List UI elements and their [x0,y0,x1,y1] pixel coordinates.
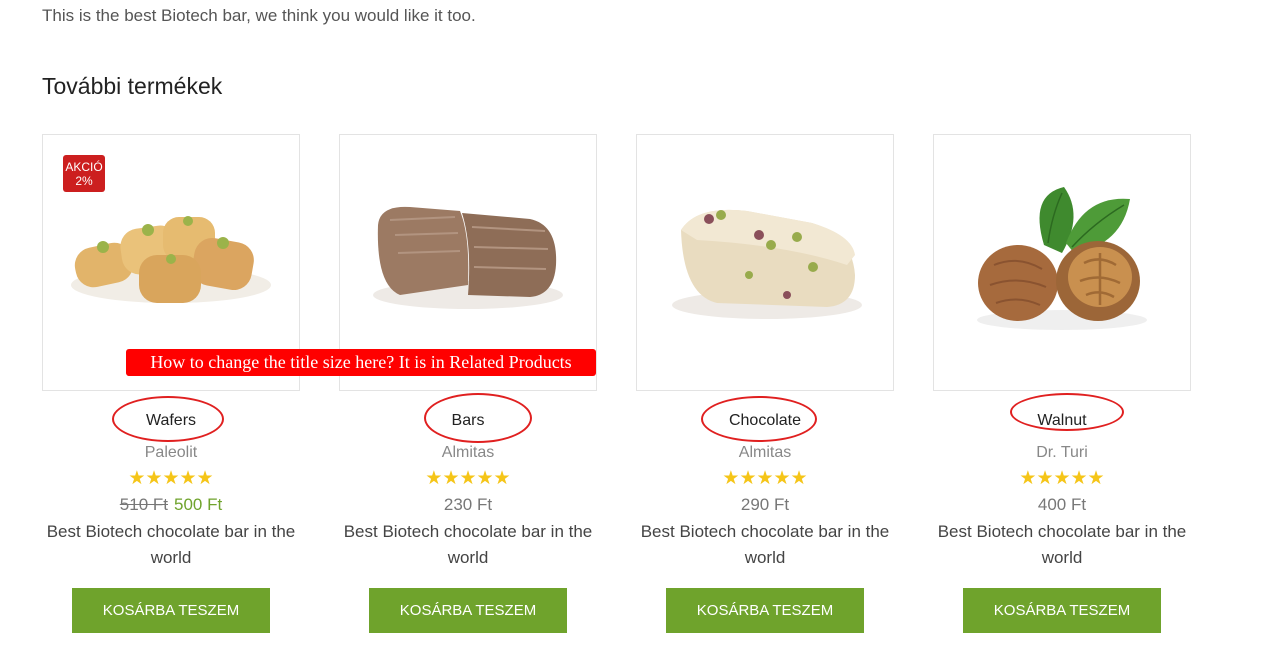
old-price: 510 Ft [119,495,168,514]
walnut-image [977,187,1147,330]
annotation-callout: How to change the title size here? It is… [126,349,596,376]
product-short-description: Best Biotech chocolate bar in the world [343,522,593,567]
product-description-text: This is the best Biotech bar, we think y… [42,6,476,25]
product-price: 510 Ft 500 Ft [42,494,300,516]
sale-badge-label: AKCIÓ [65,159,103,174]
product-brand: Almitas [738,444,792,461]
annotation-oval [424,393,532,443]
product-brand: Paleolit [144,444,198,461]
product-price: 400 Ft [1037,495,1087,514]
product-price: 230 Ft [443,495,493,514]
annotation-oval [701,396,817,442]
product-short-description: Best Biotech chocolate bar in the world [937,522,1187,567]
product-card: Bars Almitas ★★★★★ 230 Ft Best Biotech c… [339,134,597,633]
sale-price: 500 Ft [174,495,223,514]
product-brand: Almitas [441,444,495,461]
product-card: Walnut Dr. Turi ★★★★★ 400 Ft Best Biotec… [933,134,1191,633]
annotation-oval [1010,393,1124,431]
star-rating: ★★★★★ [722,468,808,489]
product-card: AKCIÓ 2% Wafers Paleolit ★★★★★ 510 Ft 500… [42,134,300,633]
product-short-description: Best Biotech chocolate bar in the world [640,522,890,567]
sale-badge: AKCIÓ 2% [63,155,105,192]
add-to-cart-button[interactable]: Kosárba teszem [369,588,567,633]
pistachio-halva-image [672,209,862,319]
product-brand: Dr. Turi [1036,444,1088,461]
add-to-cart-button[interactable]: Kosárba teszem [72,588,270,633]
star-rating: ★★★★★ [1019,468,1105,489]
sale-badge-percent: 2% [75,173,93,188]
product-image-link[interactable] [933,134,1191,391]
product-price: 290 Ft [740,495,790,514]
product-short-description: Best Biotech chocolate bar in the world [46,522,296,567]
star-rating: ★★★★★ [425,468,511,489]
product-image-link[interactable] [636,134,894,391]
annotation-oval [112,396,224,442]
star-rating: ★★★★★ [128,468,214,489]
add-to-cart-button[interactable]: Kosárba teszem [963,588,1161,633]
related-products-heading: További termékek [42,73,223,99]
product-card: Chocolate Almitas ★★★★★ 290 Ft Best Biot… [636,134,894,633]
add-to-cart-button[interactable]: Kosárba teszem [666,588,864,633]
